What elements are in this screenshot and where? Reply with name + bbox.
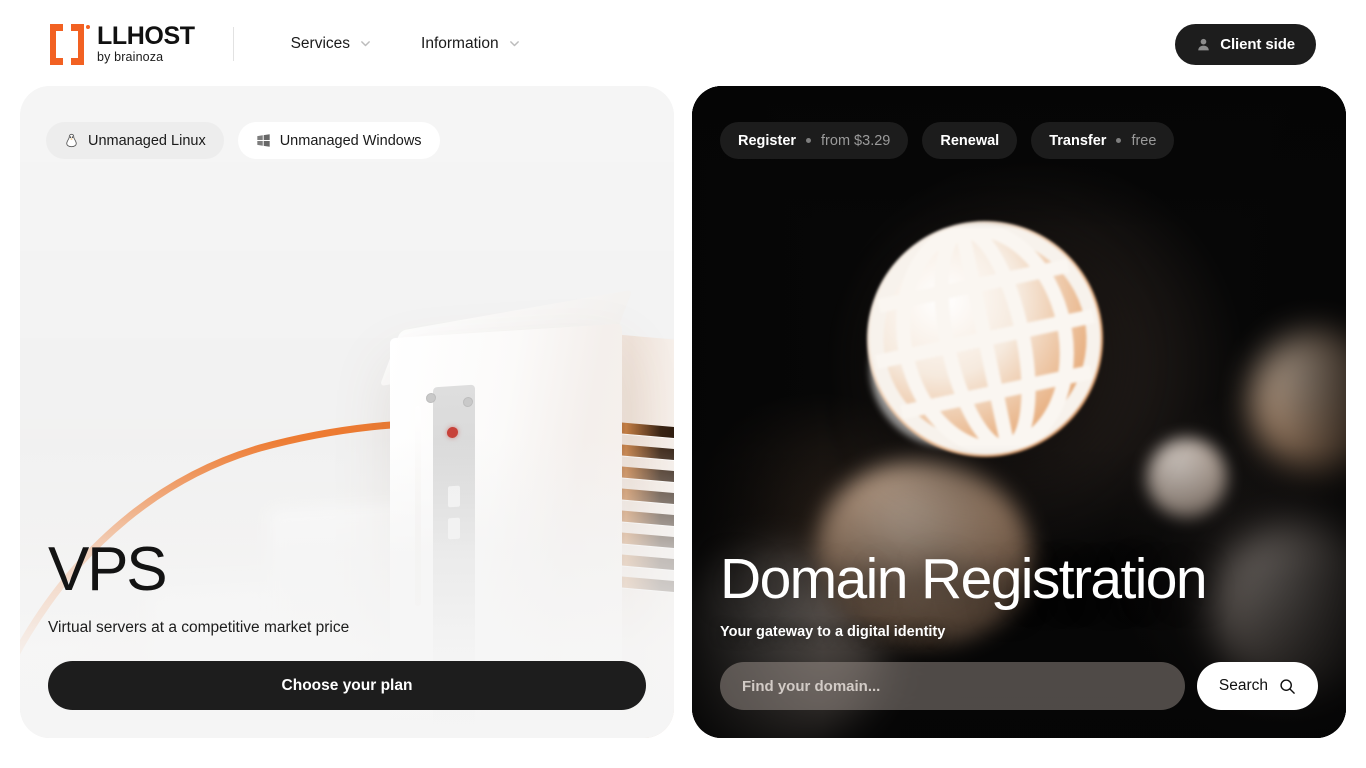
nav-item-information[interactable]: Information bbox=[421, 36, 520, 52]
bullet-dot-icon bbox=[806, 138, 812, 143]
vps-title: VPS bbox=[48, 535, 168, 605]
tab-register-meta: from $3.29 bbox=[821, 132, 891, 149]
tab-transfer-meta: free bbox=[1131, 132, 1157, 149]
domain-title: Domain Registration bbox=[720, 546, 1208, 611]
site-header: LLHOST by brainoza Services Information bbox=[0, 0, 1366, 88]
domain-search-button[interactable]: Search bbox=[1196, 662, 1318, 710]
domain-search-input[interactable] bbox=[720, 662, 1185, 710]
windows-logo-icon bbox=[256, 133, 271, 148]
brand-name: LLHOST bbox=[97, 21, 195, 50]
tab-unmanaged-windows[interactable]: Unmanaged Windows bbox=[237, 122, 440, 159]
brand-tagline: by brainoza bbox=[97, 50, 164, 65]
tab-transfer-label: Transfer bbox=[1049, 132, 1107, 149]
tab-unmanaged-linux-label: Unmanaged Linux bbox=[88, 132, 206, 149]
vps-subtitle: Virtual servers at a competitive market … bbox=[48, 619, 350, 637]
nav-item-services[interactable]: Services bbox=[291, 36, 371, 52]
header-divider bbox=[232, 27, 234, 61]
person-icon bbox=[1196, 37, 1211, 52]
hero-cards: Unmanaged Linux Unmanaged Windows VPS Vi… bbox=[20, 86, 1346, 738]
domain-tab-row: Register from $3.29 Renewal Transfer fre… bbox=[720, 122, 1175, 159]
vps-card: Unmanaged Linux Unmanaged Windows VPS Vi… bbox=[20, 86, 674, 738]
domain-search-button-label: Search bbox=[1218, 677, 1268, 694]
chevron-down-icon bbox=[509, 38, 520, 49]
domain-subtitle: Your gateway to a digital identity bbox=[720, 623, 946, 640]
chevron-down-icon bbox=[360, 38, 371, 49]
tab-transfer[interactable]: Transfer free bbox=[1031, 122, 1175, 159]
nav-item-information-label: Information bbox=[421, 35, 499, 53]
tab-unmanaged-linux[interactable]: Unmanaged Linux bbox=[46, 122, 224, 159]
magnifier-icon bbox=[1279, 678, 1296, 695]
tab-renewal[interactable]: Renewal bbox=[922, 122, 1018, 159]
choose-your-plan-button[interactable]: Choose your plan bbox=[48, 661, 646, 710]
vps-tab-row: Unmanaged Linux Unmanaged Windows bbox=[46, 122, 440, 159]
tab-renewal-label: Renewal bbox=[940, 132, 1000, 149]
tab-register-label: Register bbox=[738, 132, 797, 149]
nav-item-services-label: Services bbox=[290, 35, 351, 53]
tux-penguin-icon bbox=[64, 133, 79, 148]
bracket-logo-icon bbox=[50, 23, 90, 65]
bullet-dot-icon bbox=[1116, 138, 1122, 143]
domain-card: Register from $3.29 Renewal Transfer fre… bbox=[692, 86, 1346, 738]
domain-search-row: Search bbox=[720, 662, 1318, 710]
page-root: LLHOST by brainoza Services Information bbox=[0, 0, 1366, 768]
brand-text: LLHOST by brainoza bbox=[97, 23, 195, 65]
client-side-button[interactable]: Client side bbox=[1175, 23, 1316, 65]
tab-register[interactable]: Register from $3.29 bbox=[720, 122, 909, 159]
domain-card-body: Domain Registration Your gateway to a di… bbox=[720, 546, 1318, 710]
choose-your-plan-label: Choose your plan bbox=[281, 676, 413, 694]
tab-unmanaged-windows-label: Unmanaged Windows bbox=[279, 132, 422, 149]
brand-logo[interactable]: LLHOST by brainoza bbox=[50, 23, 195, 65]
client-side-button-label: Client side bbox=[1220, 35, 1295, 53]
main-navigation: Services Information bbox=[291, 36, 520, 52]
vps-card-body: VPS Virtual servers at a competitive mar… bbox=[48, 539, 646, 710]
